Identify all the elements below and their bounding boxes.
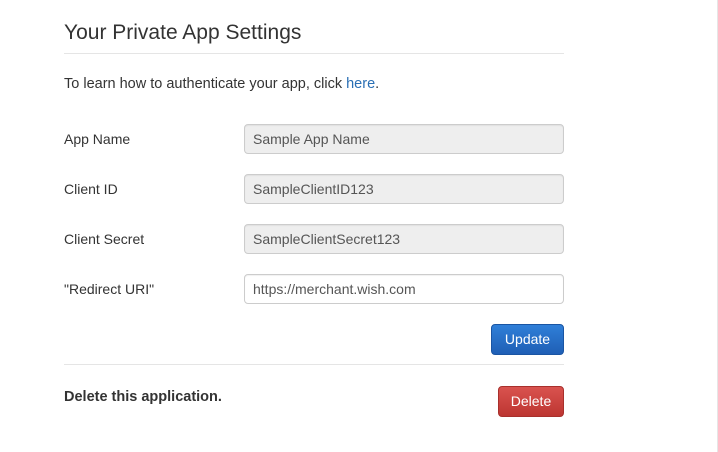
section-divider xyxy=(64,364,564,365)
update-button[interactable]: Update xyxy=(491,324,564,355)
client-id-label: Client ID xyxy=(64,181,118,197)
app-name-label: App Name xyxy=(64,131,131,147)
client-secret-field[interactable] xyxy=(244,224,564,254)
app-settings-page: Your Private App Settings To learn how t… xyxy=(0,0,718,452)
delete-application-label: Delete this application. xyxy=(64,389,222,405)
title-divider xyxy=(64,53,564,54)
client-secret-label: Client Secret xyxy=(64,231,145,247)
auth-intro-suffix: . xyxy=(375,76,380,92)
page-title: Your Private App Settings xyxy=(64,21,302,44)
auth-intro-text: To learn how to authenticate your app, c… xyxy=(64,75,379,93)
redirect-uri-label: "Redirect URI" xyxy=(64,281,155,297)
redirect-uri-field[interactable] xyxy=(244,274,564,304)
auth-intro-prefix: To learn how to authenticate your app, c… xyxy=(64,76,347,92)
delete-button[interactable]: Delete xyxy=(498,386,564,417)
app-name-field[interactable] xyxy=(244,124,564,154)
client-id-field[interactable] xyxy=(244,174,564,204)
auth-help-link[interactable]: here xyxy=(346,76,375,92)
